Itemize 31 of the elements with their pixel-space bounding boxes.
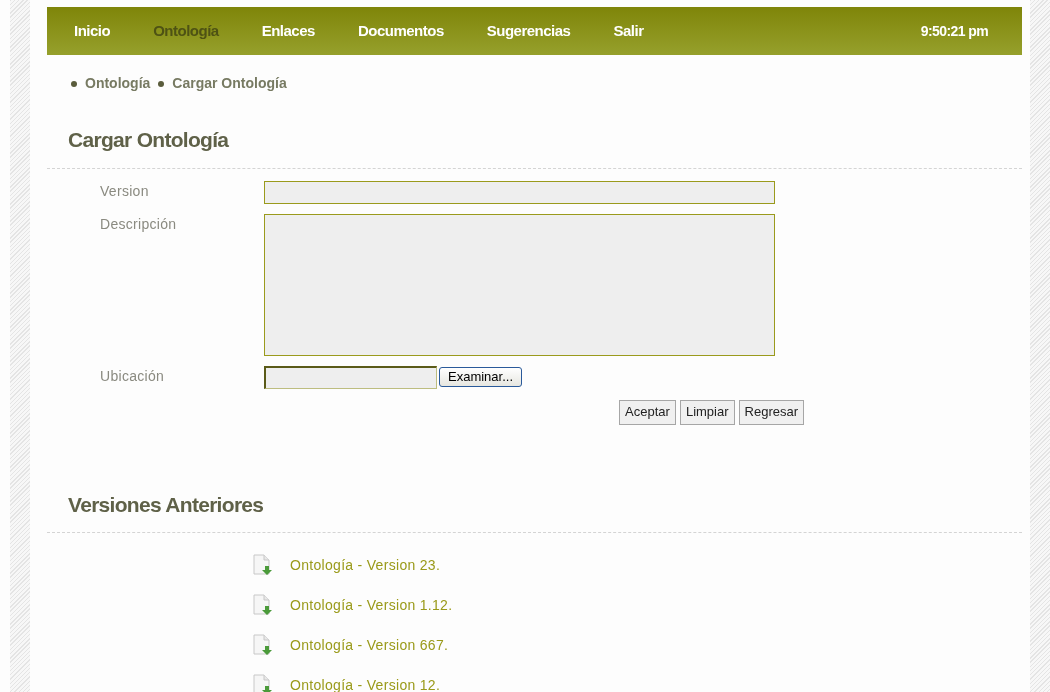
form-button[interactable]: Limpiar [679,399,735,425]
version-link[interactable]: Ontología - Version 667. [290,634,449,656]
field-label: Version [100,181,150,201]
file-download-icon [252,633,274,657]
file-download-icon [252,673,274,692]
bullet-icon [158,80,165,87]
section-heading: Versiones Anteriores [68,491,265,518]
version-link[interactable]: Ontología - Version 1.12. [290,594,453,616]
nav-link[interactable]: Sugerencias [486,19,571,43]
section-heading: Cargar Ontología [68,127,230,153]
form-button[interactable]: Regresar [738,399,804,425]
nav-link[interactable]: Ontología [153,19,219,43]
text-field[interactable] [264,180,775,204]
version-link[interactable]: Ontología - Version 23. [290,554,441,576]
textarea-field[interactable] [264,213,775,356]
bullet-icon [71,80,77,87]
file-download-icon [252,553,274,577]
nav-link[interactable]: Documentos [357,19,444,43]
nav-link[interactable]: Inicio [74,19,111,43]
version-link[interactable]: Ontología - Version 12. [290,674,441,692]
breadcrumb-link[interactable]: Ontología [85,73,151,94]
form-button[interactable]: Aceptar [619,399,676,425]
file-field[interactable] [264,365,437,389]
file-download-icon [252,593,274,617]
field-label: Descripción [100,214,178,234]
clock-text: 9:50:21 pm [920,21,988,41]
nav-link[interactable]: Enlaces [261,19,315,43]
browse-button[interactable]: Examinar... [439,367,523,387]
nav-link[interactable]: Salir [613,19,644,43]
breadcrumb-link[interactable]: Cargar Ontología [172,73,287,94]
field-label: Ubicación [100,366,166,386]
